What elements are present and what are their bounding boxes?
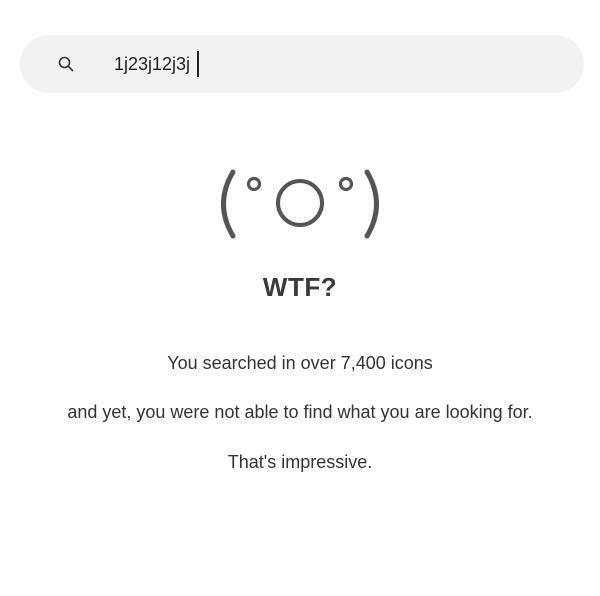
empty-state-face: [0, 160, 600, 250]
surprised-face-icon: [221, 169, 379, 239]
text-caret: [197, 51, 199, 77]
search-bar[interactable]: [20, 35, 584, 93]
empty-state-heading: WTF?: [262, 272, 338, 302]
search-icon[interactable]: [58, 56, 74, 72]
empty-state-message-line-3: That's impressive.: [227, 452, 373, 472]
search-input[interactable]: [114, 52, 554, 76]
empty-state-message-line-1: You searched in over 7,400 icons: [167, 353, 433, 373]
empty-state-message-line-2: and yet, you were not able to find what …: [67, 402, 533, 422]
